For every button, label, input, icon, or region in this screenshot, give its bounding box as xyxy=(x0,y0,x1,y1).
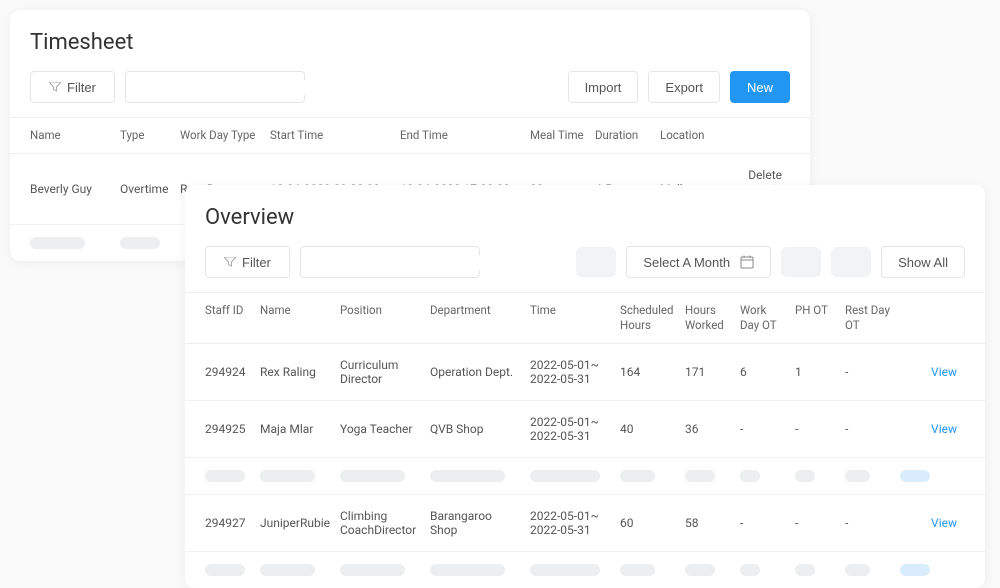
cell-work-day-ot: - xyxy=(740,422,795,436)
calendar-icon xyxy=(740,255,754,269)
view-link[interactable]: View xyxy=(931,516,957,530)
col-end-time: End Time xyxy=(400,128,530,143)
skeleton-button xyxy=(576,247,616,277)
cell-rest-day-ot: - xyxy=(845,516,900,530)
col-rest-day-ot: Rest Day OT xyxy=(845,303,900,333)
table-header: Staff ID Name Position Department Time S… xyxy=(185,292,985,344)
col-time: Time xyxy=(530,303,620,333)
col-ph-ot: PH OT xyxy=(795,303,845,333)
table-row: 294925Maja MlarYoga TeacherQVB Shop2022-… xyxy=(185,401,985,458)
cell-time: 2022-05-01~ 2022-05-31 xyxy=(530,358,620,386)
col-scheduled-hours: Scheduled Hours xyxy=(620,303,685,333)
select-month-label: Select A Month xyxy=(643,255,730,270)
search-field[interactable] xyxy=(142,80,318,95)
cell-time: 2022-05-01~ 2022-05-31 xyxy=(530,415,620,443)
filter-label: Filter xyxy=(67,80,96,95)
overview-panel: Overview Filter Select A Month Show All xyxy=(185,185,985,588)
import-button[interactable]: Import xyxy=(568,71,639,103)
cell-position: Climbing CoachDirector xyxy=(340,509,430,537)
skeleton-button xyxy=(831,247,871,277)
overview-table: Staff ID Name Position Department Time S… xyxy=(185,292,985,588)
col-name: Name xyxy=(260,303,340,333)
search-field[interactable] xyxy=(317,255,493,270)
cell-rest-day-ot: - xyxy=(845,422,900,436)
overview-toolbar: Filter Select A Month Show All xyxy=(185,246,985,292)
timesheet-toolbar: Filter Import Export New xyxy=(10,71,810,117)
col-meal-time: Meal Time xyxy=(530,128,595,143)
cell-hours-worked: 36 xyxy=(685,422,740,436)
cell-department: Barangaroo Shop xyxy=(430,509,530,537)
col-staff-id: Staff ID xyxy=(205,303,260,333)
delete-link[interactable]: Delete xyxy=(748,168,782,182)
export-button[interactable]: Export xyxy=(648,71,720,103)
new-button[interactable]: New xyxy=(730,71,790,103)
cell-ph-ot: 1 xyxy=(795,365,845,379)
cell-position: Yoga Teacher xyxy=(340,422,430,436)
skeleton-row xyxy=(185,552,985,588)
col-department: Department xyxy=(430,303,530,333)
cell-hours-worked: 171 xyxy=(685,365,740,379)
overview-title: Overview xyxy=(185,205,985,246)
cell-ph-ot: - xyxy=(795,422,845,436)
table-header: Name Type Work Day Type Start Time End T… xyxy=(10,117,810,154)
view-link[interactable]: View xyxy=(931,365,957,379)
cell-name: JuniperRubie xyxy=(260,516,340,530)
cell-staff-id: 294925 xyxy=(205,422,260,436)
cell-department: Operation Dept. xyxy=(430,365,530,379)
cell-scheduled-hours: 164 xyxy=(620,365,685,379)
cell-hours-worked: 58 xyxy=(685,516,740,530)
col-work-day-ot: Work Day OT xyxy=(740,303,795,333)
col-work-day-type: Work Day Type xyxy=(180,128,270,143)
col-location: Location xyxy=(660,128,740,143)
cell-department: QVB Shop xyxy=(430,422,530,436)
select-month-button[interactable]: Select A Month xyxy=(626,246,771,278)
search-input[interactable] xyxy=(300,246,480,278)
cell-time: 2022-05-01~ 2022-05-31 xyxy=(530,509,620,537)
col-duration: Duration xyxy=(595,128,660,143)
cell-scheduled-hours: 40 xyxy=(620,422,685,436)
table-row: 294927JuniperRubieClimbing CoachDirector… xyxy=(185,495,985,552)
show-all-button[interactable]: Show All xyxy=(881,246,965,278)
filter-button[interactable]: Filter xyxy=(205,246,290,278)
cell-staff-id: 294924 xyxy=(205,365,260,379)
filter-button[interactable]: Filter xyxy=(30,71,115,103)
cell-work-day-ot: - xyxy=(740,516,795,530)
skeleton-row xyxy=(185,458,985,495)
timesheet-title: Timesheet xyxy=(10,30,810,71)
col-start-time: Start Time xyxy=(270,128,400,143)
cell-name: Beverly Guy xyxy=(30,182,120,196)
filter-icon xyxy=(224,257,236,267)
table-row: 294924Rex RalingCurriculum DirectorOpera… xyxy=(185,344,985,401)
cell-work-day-ot: 6 xyxy=(740,365,795,379)
col-type: Type xyxy=(120,128,180,143)
col-position: Position xyxy=(340,303,430,333)
cell-staff-id: 294927 xyxy=(205,516,260,530)
cell-name: Maja Mlar xyxy=(260,422,340,436)
cell-name: Rex Raling xyxy=(260,365,340,379)
col-name: Name xyxy=(30,128,120,143)
cell-rest-day-ot: - xyxy=(845,365,900,379)
cell-scheduled-hours: 60 xyxy=(620,516,685,530)
skeleton-button xyxy=(781,247,821,277)
cell-ph-ot: - xyxy=(795,516,845,530)
view-link[interactable]: View xyxy=(931,422,957,436)
filter-label: Filter xyxy=(242,255,271,270)
cell-type: Overtime xyxy=(120,182,180,196)
cell-position: Curriculum Director xyxy=(340,358,430,386)
filter-icon xyxy=(49,82,61,92)
search-input[interactable] xyxy=(125,71,305,103)
col-hours-worked: Hours Worked xyxy=(685,303,740,333)
